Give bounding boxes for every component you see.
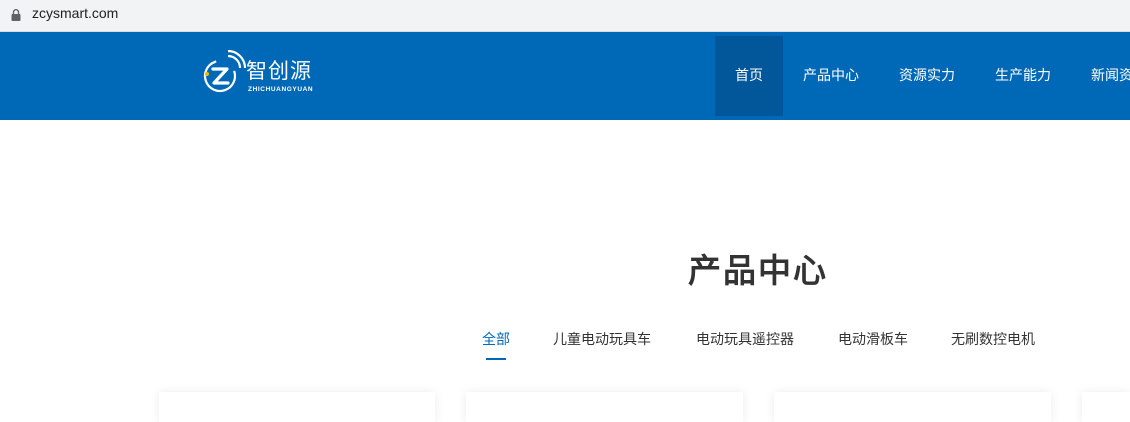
- main-nav: 首页 产品中心 资源实力 生产能力 新闻资: [715, 36, 1130, 116]
- site-logo[interactable]: 智创源 ZHICHUANGYUAN: [202, 50, 332, 100]
- tab-toy-remote-control[interactable]: 电动玩具遥控器: [696, 330, 794, 350]
- nav-item-production[interactable]: 生产能力: [975, 36, 1071, 116]
- tab-electric-scooter[interactable]: 电动滑板车: [838, 330, 908, 350]
- lock-icon: [11, 9, 21, 21]
- tab-brushless-motor[interactable]: 无刷数控电机: [951, 330, 1035, 350]
- product-card[interactable]: [774, 392, 1051, 422]
- site-header: 智创源 ZHICHUANGYUAN 首页 产品中心 资源实力 生产能力 新闻资: [0, 32, 1130, 120]
- logo-name-en: ZHICHUANGYUAN: [248, 86, 314, 93]
- url-text[interactable]: zcysmart.com: [32, 4, 118, 22]
- nav-item-news[interactable]: 新闻资: [1071, 36, 1130, 116]
- z-wifi-logo-icon: [203, 50, 246, 93]
- page-title: 产品中心: [688, 251, 828, 290]
- product-card[interactable]: [1082, 392, 1130, 422]
- product-card[interactable]: [159, 392, 435, 422]
- browser-address-bar[interactable]: zcysmart.com: [0, 0, 1130, 32]
- tab-all[interactable]: 全部: [482, 330, 510, 350]
- nav-item-home[interactable]: 首页: [715, 36, 783, 116]
- nav-item-resources[interactable]: 资源实力: [879, 36, 975, 116]
- product-card[interactable]: [466, 392, 743, 422]
- logo-name-cn: 智创源: [246, 59, 312, 83]
- tab-kids-electric-toy-car[interactable]: 儿童电动玩具车: [553, 330, 651, 350]
- nav-item-products[interactable]: 产品中心: [783, 36, 879, 116]
- active-tab-indicator: [486, 358, 506, 360]
- tab-label: 全部: [482, 332, 510, 348]
